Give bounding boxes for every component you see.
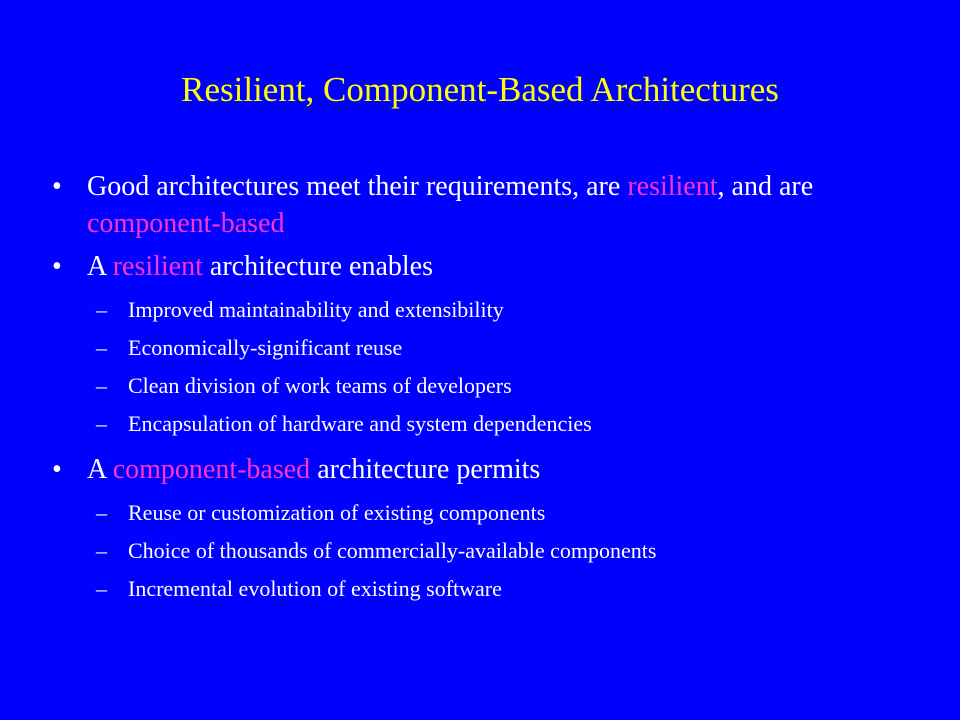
dash-marker: – xyxy=(96,538,107,563)
bullet-text: architecture enables xyxy=(202,251,433,282)
sub-item: – Reuse or customization of existing comp… xyxy=(48,494,908,532)
dash-marker: – xyxy=(96,500,107,525)
sub-item-text: Incremental evolution of existing softwa… xyxy=(128,576,502,601)
sub-item-text: Reuse or customization of existing compo… xyxy=(128,500,546,525)
sub-item-text: Clean division of work teams of develope… xyxy=(128,373,512,398)
sub-item-text: Economically-significant reuse xyxy=(128,335,403,360)
sub-item-text: Choice of thousands of commercially-avai… xyxy=(128,538,657,563)
sub-item-text: Improved maintainability and extensibili… xyxy=(128,297,504,322)
bullet-marker: • xyxy=(52,454,62,485)
bullet-marker: • xyxy=(52,251,62,282)
bullet-text: , and are xyxy=(717,171,814,202)
dash-marker: – xyxy=(96,576,107,601)
bullet-item-resilient: • A resilient architecture enables xyxy=(48,248,908,285)
sub-item: – Choice of thousands of commercially-ava… xyxy=(48,532,908,570)
dash-marker: – xyxy=(96,411,107,436)
sub-list-component-based: – Reuse or customization of existing comp… xyxy=(48,494,908,608)
slide: Resilient, Component-Based Architectures… xyxy=(0,0,960,720)
dash-marker: – xyxy=(96,373,107,398)
sub-item: – Economically-significant reuse xyxy=(48,329,908,367)
highlight-resilient: resilient xyxy=(112,251,203,282)
bullet-text: A xyxy=(87,251,113,282)
highlight-resilient: resilient xyxy=(627,171,718,202)
bullet-text: Good architectures meet their requiremen… xyxy=(87,171,628,202)
bullet-item-requirements: • Good architectures meet their requirem… xyxy=(48,168,908,242)
bullet-marker: • xyxy=(52,171,62,202)
sub-item: – Incremental evolution of existing softw… xyxy=(48,570,908,608)
sub-item: – Encapsulation of hardware and system de… xyxy=(48,405,908,443)
bullet-text: architecture permits xyxy=(310,454,541,485)
sub-item: – Clean division of work teams of develop… xyxy=(48,367,908,405)
sub-item-text: Encapsulation of hardware and system dep… xyxy=(128,411,592,436)
bullet-text: A xyxy=(87,454,113,485)
dash-marker: – xyxy=(96,335,107,360)
bullet-list: • Good architectures meet their requirem… xyxy=(48,168,908,608)
bullet-item-component-based: • A component-based architecture permits xyxy=(48,451,908,488)
sub-list-resilient: – Improved maintainability and extensibil… xyxy=(48,291,908,443)
slide-title: Resilient, Component-Based Architectures xyxy=(181,70,779,109)
highlight-component-based: component-based xyxy=(112,454,311,485)
sub-item: – Improved maintainability and extensibil… xyxy=(48,291,908,329)
highlight-component-based: component-based xyxy=(87,208,285,239)
dash-marker: – xyxy=(96,297,107,322)
